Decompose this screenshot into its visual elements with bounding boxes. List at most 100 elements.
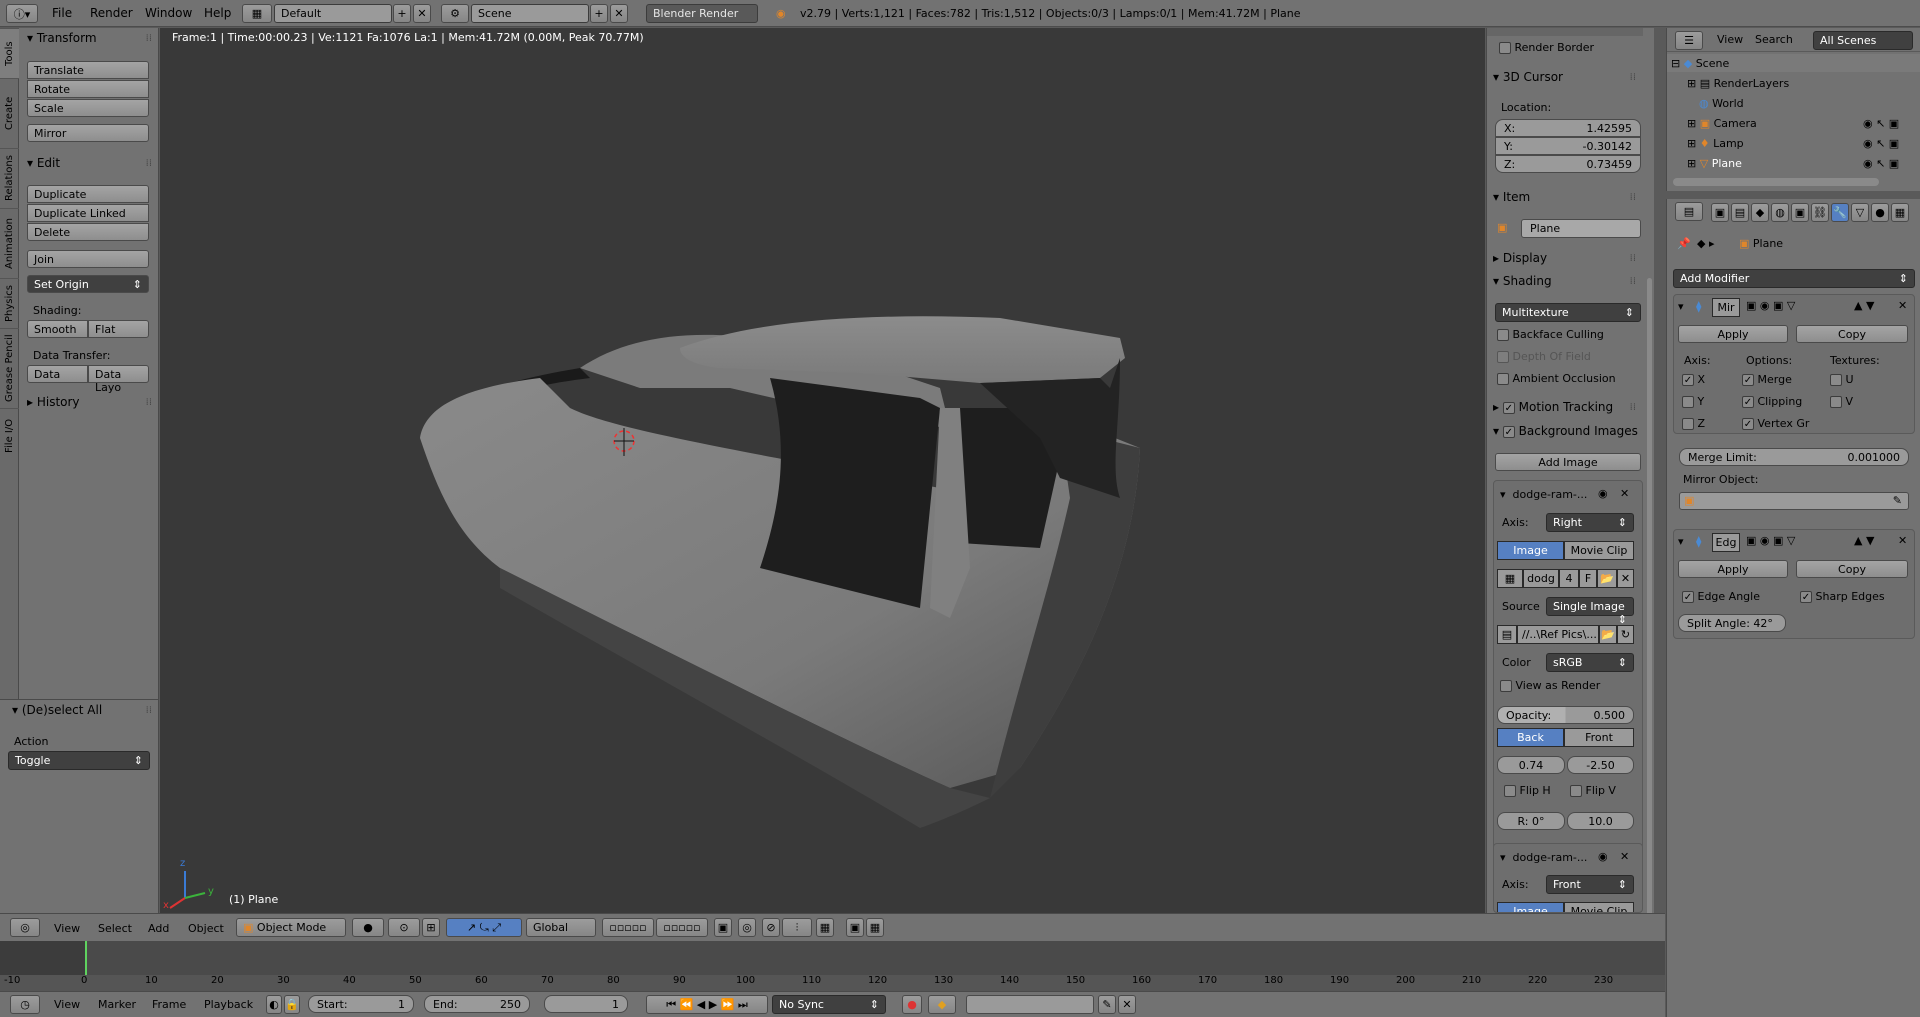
material-tab-icon[interactable]: ● bbox=[1871, 203, 1889, 222]
axis-y-checkbox[interactable] bbox=[1682, 396, 1694, 408]
split-angle-field[interactable]: Split Angle: 42° bbox=[1678, 614, 1786, 632]
drag-handle-icon[interactable]: ⁞⁞ bbox=[1630, 253, 1636, 264]
render-icon[interactable]: ▦ bbox=[816, 918, 834, 937]
info-editor-type-button[interactable]: ⓘ▾ bbox=[6, 4, 38, 23]
movie-clip-tab[interactable]: Movie Clip bbox=[1564, 541, 1634, 560]
modifier-visibility-icons[interactable]: ▣ ◉ ▣ ▽ bbox=[1746, 299, 1795, 312]
delete-keyframe-icon[interactable]: ✕ bbox=[1118, 995, 1136, 1014]
cursor-z-field[interactable]: Z: 0.73459 bbox=[1495, 155, 1641, 173]
outliner-row-camera[interactable]: ⊞ ▣ Camera bbox=[1687, 117, 1757, 130]
open-image-icon[interactable]: 📂 bbox=[1597, 569, 1617, 588]
size-field[interactable]: 10.0 bbox=[1567, 812, 1634, 830]
edge-angle-row[interactable]: Edge Angle bbox=[1682, 590, 1760, 603]
drag-handle-icon[interactable]: ⁞⁞ bbox=[1630, 402, 1636, 413]
opacity-slider[interactable]: Opacity: 0.500 bbox=[1497, 706, 1634, 724]
duplicate-linked-button[interactable]: Duplicate Linked bbox=[27, 204, 149, 222]
add-modifier-select[interactable]: Add Modifier ⇕ bbox=[1673, 269, 1915, 288]
start-frame-field[interactable]: Start: 1 bbox=[308, 995, 414, 1013]
tex-u-row[interactable]: U bbox=[1830, 373, 1854, 386]
axis-z-row[interactable]: Z bbox=[1682, 417, 1705, 430]
front-tab[interactable]: Front bbox=[1564, 728, 1634, 747]
cursor-x-field[interactable]: X: 1.42595 bbox=[1495, 119, 1641, 137]
axis-y-row[interactable]: Y bbox=[1682, 395, 1704, 408]
axis-x-row[interactable]: X bbox=[1682, 373, 1705, 386]
remove-modifier-icon[interactable]: ✕ bbox=[1898, 299, 1907, 312]
render-border-row[interactable]: Render Border bbox=[1499, 41, 1594, 54]
active-keying-set-field[interactable] bbox=[966, 995, 1094, 1014]
mode-select[interactable]: ▣ Object Mode bbox=[236, 918, 346, 937]
merge-row[interactable]: Merge bbox=[1742, 373, 1792, 386]
select-menu[interactable]: Select bbox=[98, 922, 132, 935]
merge-checkbox[interactable] bbox=[1742, 374, 1754, 386]
end-frame-field[interactable]: End: 250 bbox=[424, 995, 530, 1013]
drag-handle-icon[interactable]: ⁞⁞ bbox=[146, 158, 152, 169]
image-path-field[interactable]: //..\Ref Pics\... bbox=[1517, 625, 1599, 644]
orientation-select[interactable]: Global bbox=[526, 918, 596, 937]
fake-user-button[interactable]: F bbox=[1579, 569, 1597, 588]
scene-icon-button[interactable]: ⚙ bbox=[441, 4, 469, 23]
image-tab[interactable]: Image bbox=[1497, 541, 1564, 560]
visibility-eye-icon[interactable]: ◉ ↖ ▣ bbox=[1863, 117, 1899, 130]
editor-type-button[interactable]: ▤ bbox=[1675, 202, 1703, 221]
outliner-row-scene[interactable]: ⊟ ◆ Scene bbox=[1671, 57, 1729, 70]
edge-angle-checkbox[interactable] bbox=[1682, 591, 1694, 603]
outliner-filter-select[interactable]: All Scenes bbox=[1813, 31, 1913, 50]
flat-button[interactable]: Flat bbox=[88, 320, 149, 338]
tex-u-checkbox[interactable] bbox=[1830, 374, 1842, 386]
set-origin-select[interactable]: Set Origin ⇕ bbox=[27, 275, 149, 293]
backface-culling-row[interactable]: Backface Culling bbox=[1497, 328, 1604, 341]
menu-file[interactable]: File bbox=[52, 6, 72, 20]
dof-checkbox[interactable] bbox=[1497, 351, 1509, 363]
world-tab-icon[interactable]: ◍ bbox=[1771, 203, 1789, 222]
record-button[interactable]: ● bbox=[902, 995, 922, 1014]
rotation-field[interactable]: R: 0° bbox=[1497, 812, 1565, 830]
outliner-row-world[interactable]: ◍ World bbox=[1699, 97, 1744, 110]
vertex-groups-checkbox[interactable] bbox=[1742, 418, 1754, 430]
back-tab[interactable]: Back bbox=[1497, 728, 1564, 747]
image-name-field[interactable]: dodg bbox=[1523, 569, 1559, 588]
bg1-axis-select[interactable]: Right ⇕ bbox=[1546, 513, 1634, 532]
axis-x-checkbox[interactable] bbox=[1682, 374, 1694, 386]
edge-name-field[interactable]: Edg bbox=[1712, 533, 1740, 552]
flip-v-row[interactable]: Flip V bbox=[1570, 784, 1616, 797]
add-image-button[interactable]: Add Image bbox=[1495, 453, 1641, 471]
layers-grid-2[interactable]: ▫▫▫▫▫ bbox=[656, 918, 708, 937]
cursor-y-field[interactable]: Y: -0.30142 bbox=[1495, 137, 1641, 155]
ambient-occlusion-row[interactable]: Ambient Occlusion bbox=[1497, 372, 1616, 385]
delete-layout-button[interactable]: ✕ bbox=[413, 4, 431, 23]
tab-grease-pencil[interactable]: Grease Pencil bbox=[0, 328, 19, 408]
remove-modifier-icon[interactable]: ✕ bbox=[1898, 534, 1907, 547]
mirror-object-field[interactable]: ▣ ✎ bbox=[1679, 492, 1909, 510]
reload-icon[interactable]: ↻ bbox=[1617, 625, 1634, 644]
movie-clip-tab[interactable]: Movie Clip bbox=[1564, 902, 1634, 912]
scene-tab-icon[interactable]: ◆ bbox=[1751, 203, 1769, 222]
screen-layout-field[interactable]: Default bbox=[274, 4, 392, 23]
drag-handle-icon[interactable]: ⁞⁞ bbox=[146, 397, 152, 408]
pin-icon[interactable]: 📌 bbox=[1677, 237, 1691, 250]
image-users-field[interactable]: 4 bbox=[1559, 569, 1579, 588]
drag-handle-icon[interactable]: ⁞⁞ bbox=[1630, 192, 1636, 203]
color-space-select[interactable]: sRGB ⇕ bbox=[1546, 653, 1634, 672]
outliner-row-plane[interactable]: ⊞ ▽ Plane bbox=[1687, 157, 1742, 170]
object-tab-icon[interactable]: ▣ bbox=[1791, 203, 1809, 222]
add-scene-button[interactable]: + bbox=[590, 4, 608, 23]
transform-panel-header[interactable]: ▾ Transform bbox=[27, 31, 97, 45]
lock-range-icon[interactable]: 🔒 bbox=[284, 995, 300, 1014]
mirror-button[interactable]: Mirror bbox=[27, 124, 149, 142]
image-tab[interactable]: Image bbox=[1497, 902, 1564, 912]
drag-handle-icon[interactable]: ⁞⁞ bbox=[146, 33, 152, 44]
history-panel-header[interactable]: ▸ History bbox=[27, 395, 80, 409]
current-frame-field[interactable]: 1 bbox=[544, 995, 628, 1013]
delete-scene-button[interactable]: ✕ bbox=[610, 4, 628, 23]
sharp-edges-checkbox[interactable] bbox=[1800, 591, 1812, 603]
keying-set-icon[interactable]: ◆ bbox=[928, 995, 956, 1014]
proportional-edit-icon[interactable]: ◎ bbox=[738, 918, 756, 937]
depth-of-field-row[interactable]: Depth Of Field bbox=[1497, 350, 1591, 363]
add-menu[interactable]: Add bbox=[148, 922, 169, 935]
deselect-panel-header[interactable]: ▾ (De)select All bbox=[12, 703, 102, 717]
scale-button[interactable]: Scale bbox=[27, 99, 149, 117]
constraints-tab-icon[interactable]: ⛓ bbox=[1811, 203, 1829, 222]
playback-menu[interactable]: Playback bbox=[204, 998, 253, 1011]
backface-checkbox[interactable] bbox=[1497, 329, 1509, 341]
flip-h-row[interactable]: Flip H bbox=[1504, 784, 1551, 797]
